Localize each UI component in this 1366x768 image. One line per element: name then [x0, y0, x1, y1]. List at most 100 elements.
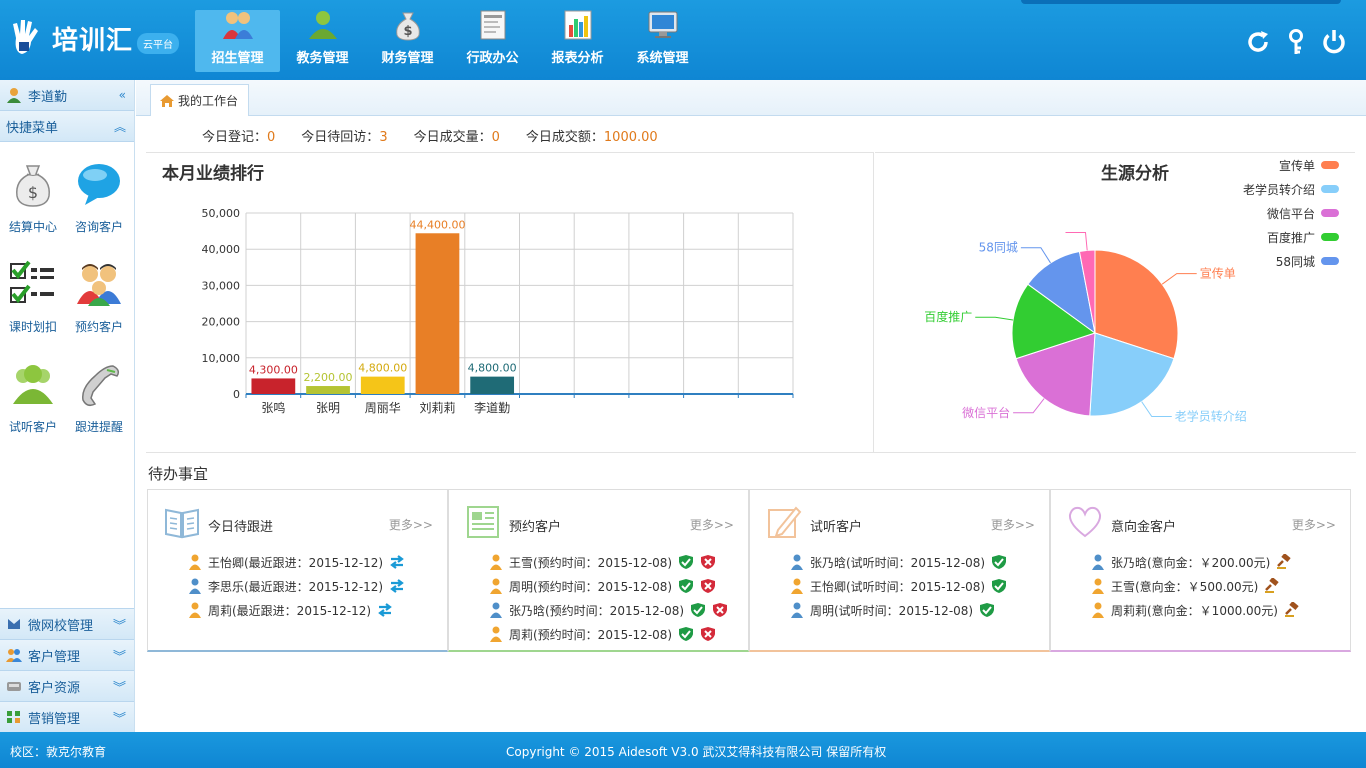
list-item[interactable]: 张乃晗(意向金：￥200.00元)	[1091, 550, 1300, 574]
logo[interactable]: 培训汇 云平台	[10, 18, 180, 58]
shield-check-icon[interactable]	[991, 554, 1007, 570]
list-item[interactable]: 王怡卿(最近跟进：2015-12-12)	[188, 550, 405, 574]
bar[interactable]	[251, 378, 296, 394]
sidebar-item-marketing[interactable]: 营销管理 ︾	[0, 701, 134, 732]
bar[interactable]	[415, 233, 460, 394]
transfer-icon[interactable]	[389, 578, 405, 594]
bar-value-label: 2,200.00	[304, 371, 353, 384]
stat-label: 今日待回访：	[301, 130, 380, 145]
bar-value-label: 4,300.00	[249, 363, 298, 376]
list-item[interactable]: 周明(试听时间：2015-12-08)	[790, 598, 1007, 622]
chevron-down-icon[interactable]: ︾	[113, 646, 126, 665]
shield-check-icon[interactable]	[991, 578, 1007, 594]
list-item[interactable]: 周明(预约时间：2015-12-08)	[489, 574, 728, 598]
legend-swatch[interactable]	[1321, 233, 1339, 241]
card-title: 试听客户	[810, 520, 863, 535]
todo-card-deposit: 意向金客户 更多>> 张乃晗(意向金：￥200.00元) 王雪(意向金：￥500.00…	[1050, 489, 1351, 652]
card-rows: 王怡卿(最近跟进：2015-12-12) 李思乐(最近跟进：2015-12-12)…	[188, 550, 405, 622]
pie-leader-line	[1013, 398, 1045, 414]
nav-reports[interactable]: 报表分析	[535, 10, 620, 72]
quick-user-group[interactable]: 试听客户	[0, 356, 66, 446]
bar[interactable]	[306, 386, 350, 394]
quick-label: 课时划扣	[8, 320, 57, 334]
quick-people[interactable]: 预约客户	[66, 256, 132, 346]
bar[interactable]	[470, 376, 515, 394]
nav-label: 报表分析	[551, 51, 604, 66]
list-item-text: 李思乐(最近跟进：2015-12-12)	[208, 579, 384, 594]
main-content: 我的工作台 今日登记：0 今日待回访：3 今日成交量：0 今日成交额：1000.00 …	[136, 80, 1366, 732]
tab-workbench[interactable]: 我的工作台	[150, 84, 250, 116]
more-link[interactable]: 更多>>	[389, 516, 433, 533]
list-item[interactable]: 张乃晗(试听时间：2015-12-08)	[790, 550, 1007, 574]
stat-value: 0	[491, 130, 500, 145]
nav-finance[interactable]: $ 财务管理	[365, 10, 450, 72]
list-item[interactable]: 周莉(预约时间：2015-12-08)	[489, 622, 728, 646]
nav-enrollment[interactable]: 招生管理	[195, 10, 280, 72]
sidebar-item-customer-management[interactable]: 客户管理 ︾	[0, 639, 134, 670]
shield-cross-icon[interactable]	[700, 578, 716, 594]
more-link[interactable]: 更多>>	[991, 516, 1035, 533]
x-tick-label: 刘莉莉	[419, 401, 455, 415]
nav-system[interactable]: 系统管理	[620, 10, 705, 72]
list-item[interactable]: 王雪(意向金：￥500.00元)	[1091, 574, 1300, 598]
money-bag-icon: $	[391, 9, 425, 41]
shield-check-icon[interactable]	[979, 602, 995, 618]
chevron-up-icon[interactable]: ︽	[114, 118, 126, 135]
shield-cross-icon[interactable]	[700, 554, 716, 570]
list-item-text: 王雪(意向金：￥500.00元)	[1111, 579, 1259, 594]
sidebar-item-micro-school[interactable]: 微网校管理 ︾	[0, 608, 134, 639]
nav-academic[interactable]: 教务管理	[280, 10, 365, 72]
person-icon	[1091, 578, 1105, 594]
list-item-text: 周明(试听时间：2015-12-08)	[810, 603, 974, 618]
chevron-down-icon[interactable]: ︾	[113, 615, 126, 634]
list-item[interactable]: 王雪(预约时间：2015-12-08)	[489, 550, 728, 574]
more-link[interactable]: 更多>>	[1292, 516, 1336, 533]
checklist-icon	[9, 260, 57, 308]
nav-admin[interactable]: 行政办公	[450, 10, 535, 72]
gavel-icon[interactable]	[1264, 577, 1280, 594]
list-item[interactable]: 王怡卿(试听时间：2015-12-08)	[790, 574, 1007, 598]
book-icon	[164, 504, 200, 540]
shield-check-icon[interactable]	[678, 626, 694, 642]
transfer-icon[interactable]	[389, 554, 405, 570]
legend-swatch[interactable]	[1321, 209, 1339, 217]
list-item-text: 王怡卿(最近跟进：2015-12-12)	[208, 555, 384, 570]
sidebar-item-customer-resources[interactable]: 客户资源 ︾	[0, 670, 134, 701]
legend-swatch[interactable]	[1321, 161, 1339, 169]
shield-check-icon[interactable]	[678, 578, 694, 594]
shield-check-icon[interactable]	[678, 554, 694, 570]
quick-checklist[interactable]: 课时划扣	[0, 256, 66, 346]
sidebar-user[interactable]: 李道勤 «	[0, 80, 134, 111]
quick-money-bag[interactable]: $ 结算中心	[0, 156, 66, 246]
list-item[interactable]: 周莉莉(意向金：￥1000.00元)	[1091, 598, 1300, 622]
nav-label: 招生管理	[211, 51, 264, 66]
gavel-icon[interactable]	[1276, 553, 1292, 570]
legend-swatch[interactable]	[1321, 257, 1339, 265]
shield-check-icon[interactable]	[690, 602, 706, 618]
more-link[interactable]: 更多>>	[690, 516, 734, 533]
chevron-down-icon[interactable]: ︾	[113, 677, 126, 696]
refresh-icon[interactable]	[1244, 28, 1272, 56]
list-item[interactable]: 张乃晗(预约时间：2015-12-08)	[489, 598, 728, 622]
legend-swatch[interactable]	[1321, 185, 1339, 193]
quick-menu-header[interactable]: 快捷菜单 ︽	[0, 111, 134, 142]
card-rows: 张乃晗(试听时间：2015-12-08) 王怡卿(试听时间：2015-12-08)…	[790, 550, 1007, 622]
list-item[interactable]: 李思乐(最近跟进：2015-12-12)	[188, 574, 405, 598]
cloud-badge: 云平台	[137, 32, 180, 54]
quick-phone[interactable]: 跟进提醒	[66, 356, 132, 446]
transfer-icon[interactable]	[377, 602, 393, 618]
chevron-down-icon[interactable]: ︾	[113, 708, 126, 727]
shield-cross-icon[interactable]	[712, 602, 728, 618]
key-icon[interactable]	[1282, 28, 1310, 56]
gavel-icon[interactable]	[1284, 601, 1300, 618]
quick-chat-bubble[interactable]: 咨询客户	[66, 156, 132, 246]
legend-label: 58同城	[1276, 255, 1315, 269]
pie-leader-line	[1065, 231, 1088, 251]
list-item[interactable]: 周莉(最近跟进：2015-12-12)	[188, 598, 405, 622]
shield-cross-icon[interactable]	[700, 626, 716, 642]
collapse-sidebar-icon[interactable]: «	[119, 88, 126, 102]
home-icon	[160, 94, 174, 107]
bar[interactable]	[360, 376, 405, 394]
power-icon[interactable]	[1320, 28, 1348, 56]
y-tick-label: 50,000	[202, 207, 241, 220]
